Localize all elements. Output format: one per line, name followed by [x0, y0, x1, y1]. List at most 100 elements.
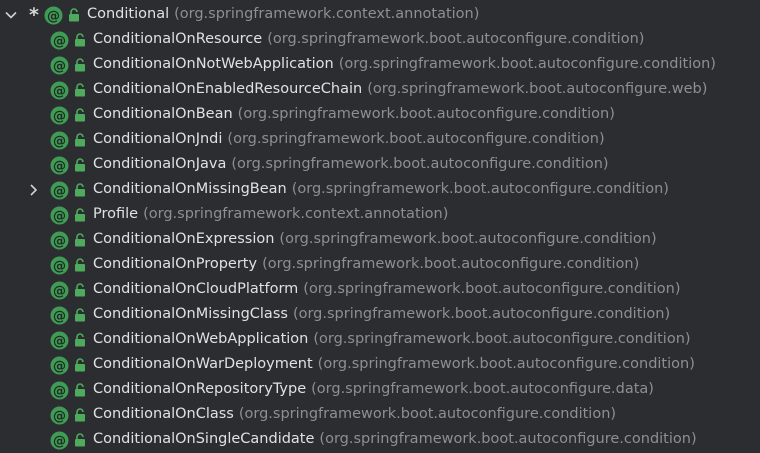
class-name: ConditionalOnBean — [93, 106, 233, 122]
class-name: ConditionalOnWarDeployment — [93, 356, 313, 372]
package-name: (org.springframework.context.annotation) — [174, 6, 480, 22]
svg-text:@: @ — [53, 59, 66, 74]
tree-node-label: ConditionalOnSingleCandidate (org.springf… — [93, 431, 697, 447]
svg-text:@: @ — [53, 434, 66, 449]
tree-root-row[interactable]: * @ Conditional (org.springframework.cont… — [0, 3, 760, 28]
annotation-icon: @ — [50, 106, 69, 125]
class-name: ConditionalOnRepositoryType — [93, 381, 307, 397]
lock-icon — [75, 83, 85, 97]
tree-node-label: ConditionalOnExpression (org.springframew… — [93, 231, 657, 247]
class-name: ConditionalOnResource — [93, 31, 263, 47]
tree-node-row[interactable]: @ ConditionalOnJndi (org.springframework.… — [0, 128, 760, 153]
tree-node-label: ConditionalOnClass (org.springframework.b… — [93, 406, 616, 422]
tree-node-label: ConditionalOnProperty (org.springframewor… — [93, 256, 639, 272]
class-name: ConditionalOnNotWebApplication — [93, 56, 334, 72]
tree-node-row[interactable]: @ ConditionalOnProperty (org.springframew… — [0, 253, 760, 278]
annotation-icon: @ — [50, 281, 69, 300]
class-name: ConditionalOnCloudPlatform — [93, 281, 299, 297]
tree-node-row[interactable]: @ ConditionalOnJava (org.springframework.… — [0, 153, 760, 178]
chevron-down-icon[interactable] — [4, 8, 18, 22]
tree-node-label: Conditional (org.springframework.context.… — [87, 6, 479, 22]
annotation-icon: @ — [50, 156, 69, 175]
class-name: ConditionalOnExpression — [93, 231, 275, 247]
package-name: (org.springframework.boot.autoconfigure.… — [291, 181, 669, 197]
package-name: (org.springframework.boot.autoconfigure.… — [313, 331, 691, 347]
class-name: Conditional — [87, 6, 170, 22]
svg-text:@: @ — [53, 184, 66, 199]
class-name: ConditionalOnSingleCandidate — [93, 431, 315, 447]
annotation-icon: @ — [50, 31, 69, 50]
svg-text:@: @ — [53, 409, 66, 424]
tree-node-label: Profile (org.springframework.context.anno… — [93, 206, 448, 222]
lock-icon — [75, 408, 85, 422]
tree-node-row[interactable]: @ ConditionalOnWarDeployment (org.springf… — [0, 353, 760, 378]
tree-node-row[interactable]: @ ConditionalOnEnabledResourceChain (org.… — [0, 78, 760, 103]
package-name: (org.springframework.boot.autoconfigure.… — [317, 356, 695, 372]
svg-text:@: @ — [53, 359, 66, 374]
lock-icon — [75, 283, 85, 297]
lock-icon — [75, 183, 85, 197]
lock-icon — [69, 8, 79, 22]
tree-node-row[interactable]: @ Profile (org.springframework.context.an… — [0, 203, 760, 228]
tree-node-row[interactable]: @ ConditionalOnCloudPlatform (org.springf… — [0, 278, 760, 303]
annotation-icon: @ — [50, 356, 69, 375]
tree-node-row[interactable]: @ ConditionalOnClass (org.springframework… — [0, 403, 760, 428]
annotation-icon: @ — [50, 256, 69, 275]
tree-node-label: ConditionalOnJava (org.springframework.bo… — [93, 156, 609, 172]
package-name: (org.springframework.boot.autoconfigure.… — [319, 431, 697, 447]
annotation-icon: @ — [50, 306, 69, 325]
tree-node-label: ConditionalOnWebApplication (org.springfr… — [93, 331, 691, 347]
tree-node-label: ConditionalOnEnabledResourceChain (org.sp… — [93, 81, 707, 97]
lock-icon — [75, 58, 85, 72]
class-name: ConditionalOnClass — [93, 406, 234, 422]
svg-text:@: @ — [53, 284, 66, 299]
tree-node-label: ConditionalOnCloudPlatform (org.springfra… — [93, 281, 680, 297]
annotation-icon: @ — [50, 131, 69, 150]
tree-node-label: ConditionalOnRepositoryType (org.springfr… — [93, 381, 654, 397]
annotation-icon: @ — [50, 331, 69, 350]
class-name: ConditionalOnJava — [93, 156, 227, 172]
tree-node-row[interactable]: @ ConditionalOnMissingBean (org.springfra… — [0, 178, 760, 203]
tree-node-row[interactable]: @ ConditionalOnBean (org.springframework.… — [0, 103, 760, 128]
tree-node-label: ConditionalOnBean (org.springframework.bo… — [93, 106, 615, 122]
package-name: (org.springframework.boot.autoconfigure.… — [237, 106, 615, 122]
tree-node-row[interactable]: @ ConditionalOnExpression (org.springfram… — [0, 228, 760, 253]
svg-text:@: @ — [53, 84, 66, 99]
annotation-icon: @ — [50, 381, 69, 400]
tree-node-label: ConditionalOnMissingBean (org.springframe… — [93, 181, 669, 197]
lock-icon — [75, 383, 85, 397]
tree-node-row[interactable]: @ ConditionalOnNotWebApplication (org.spr… — [0, 53, 760, 78]
tree-node-row[interactable]: @ ConditionalOnResource (org.springframew… — [0, 28, 760, 53]
annotation-icon: @ — [50, 431, 69, 450]
chevron-right-icon[interactable] — [26, 183, 40, 197]
package-name: (org.springframework.boot.autoconfigure.… — [338, 56, 716, 72]
package-name: (org.springframework.boot.autoconfigure.… — [279, 231, 657, 247]
annotation-icon: @ — [50, 56, 69, 75]
class-name: ConditionalOnMissingClass — [93, 306, 288, 322]
class-name: Profile — [93, 206, 139, 222]
tree-node-label: ConditionalOnMissingClass (org.springfram… — [93, 306, 670, 322]
lock-icon — [75, 308, 85, 322]
tree-node-row[interactable]: @ ConditionalOnSingleCandidate (org.sprin… — [0, 428, 760, 453]
tree-node-row[interactable]: @ ConditionalOnMissingClass (org.springfr… — [0, 303, 760, 328]
annotation-icon: @ — [50, 406, 69, 425]
package-name: (org.springframework.boot.autoconfigure.… — [292, 306, 671, 322]
svg-text:@: @ — [53, 109, 66, 124]
svg-text:@: @ — [53, 34, 66, 49]
lock-icon — [75, 233, 85, 247]
svg-text:@: @ — [53, 234, 66, 249]
tree-node-row[interactable]: @ ConditionalOnRepositoryType (org.spring… — [0, 378, 760, 403]
lock-icon — [75, 133, 85, 147]
svg-text:@: @ — [53, 384, 66, 399]
package-name: (org.springframework.boot.autoconfigure.… — [303, 281, 681, 297]
svg-text:@: @ — [53, 134, 66, 149]
lock-icon — [75, 358, 85, 372]
svg-text:@: @ — [53, 159, 66, 174]
package-name: (org.springframework.boot.autoconfigure.… — [367, 81, 708, 97]
annotation-icon: @ — [50, 231, 69, 250]
tree-node-label: ConditionalOnJndi (org.springframework.bo… — [93, 131, 605, 147]
tree-node-row[interactable]: @ ConditionalOnWebApplication (org.spring… — [0, 328, 760, 353]
svg-text:@: @ — [53, 259, 66, 274]
package-name: (org.springframework.boot.autoconfigure.… — [311, 381, 654, 397]
package-name: (org.springframework.boot.autoconfigure.… — [231, 156, 609, 172]
